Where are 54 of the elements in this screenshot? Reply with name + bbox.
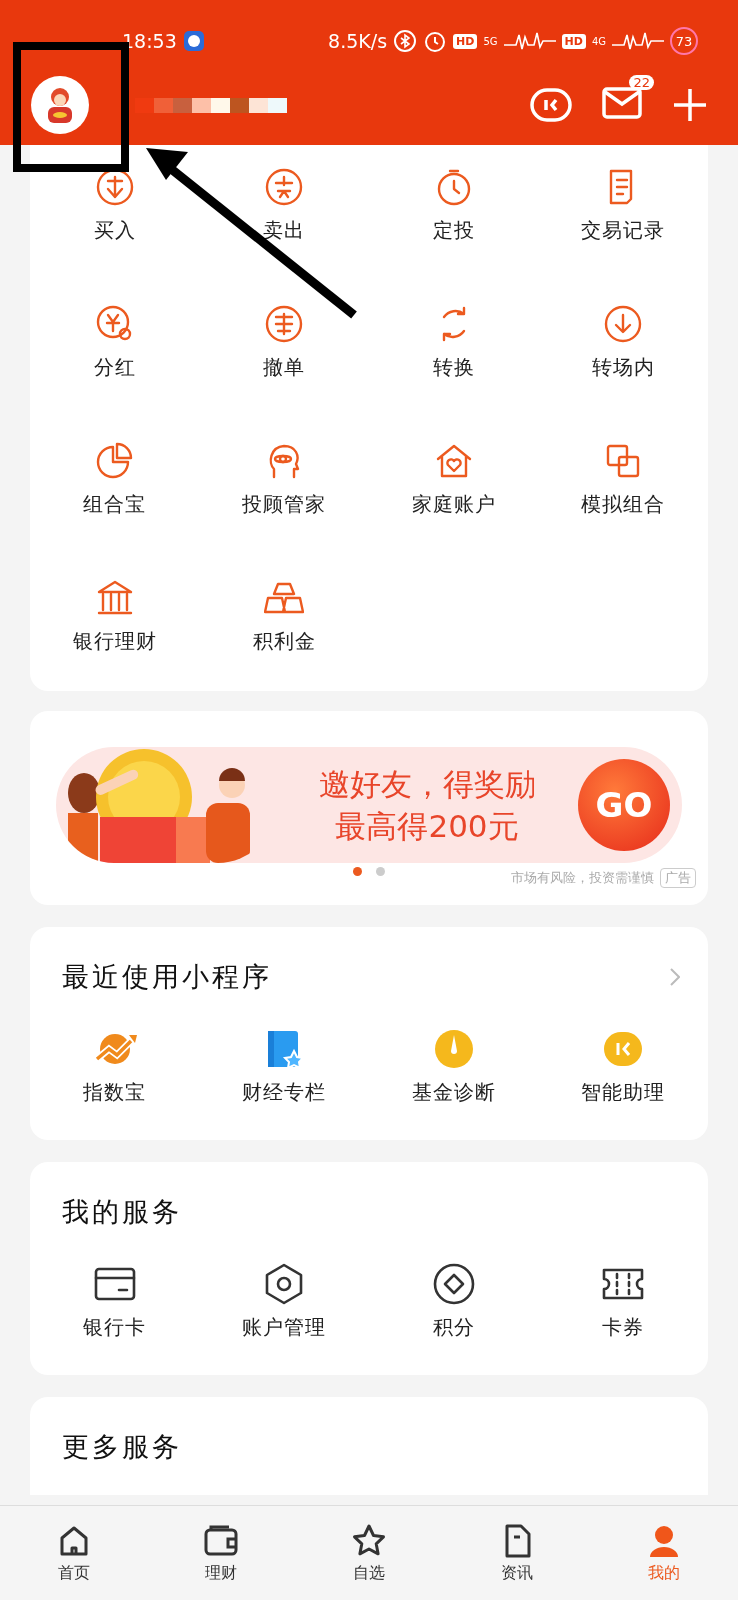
action-label[interactable]: 积利金 [252, 628, 316, 655]
pie-chart-icon [94, 441, 135, 481]
promo-subline: 最高得200元 [335, 807, 519, 846]
alarm-icon [423, 29, 448, 53]
action-label[interactable]: 转场内 [591, 354, 655, 381]
action-label[interactable]: 交易记录 [581, 217, 666, 244]
mini-program-label[interactable]: 基金诊断 [411, 1079, 496, 1106]
nav-tab[interactable]: 理财 [147, 1506, 296, 1600]
section-title: 我的服务 [62, 1195, 183, 1229]
hd-badge: HD [453, 33, 478, 49]
action-label[interactable]: 投顾管家 [242, 491, 327, 518]
service-label[interactable]: 账户管理 [242, 1314, 327, 1341]
network-type: 4G [591, 35, 606, 47]
circle-icon [264, 167, 305, 207]
action-label[interactable]: 模拟组合 [581, 491, 666, 518]
hd-badge: HD [561, 33, 586, 49]
promo-headline: 邀好友，得奖励 [318, 765, 536, 804]
mini-program-label[interactable]: 指数宝 [83, 1079, 147, 1106]
nav-tab[interactable]: 自选 [295, 1506, 443, 1600]
nav-tab[interactable]: 资讯 [442, 1506, 591, 1600]
download-icon [603, 304, 644, 344]
message-count-badge: 22 [629, 75, 654, 90]
signal-icon [612, 31, 664, 51]
nav-tab[interactable]: 首页 [0, 1506, 148, 1600]
service-label[interactable]: 卡券 [602, 1314, 645, 1341]
chat-face-icon[interactable] [530, 88, 572, 122]
service-label[interactable]: 银行卡 [83, 1314, 147, 1341]
avatar[interactable] [31, 76, 89, 134]
mail-icon[interactable] [602, 87, 642, 119]
bluetooth-icon [393, 29, 418, 53]
section-title: 最近使用小程序 [62, 960, 273, 994]
action-label[interactable]: 家庭账户 [411, 491, 496, 518]
action-label[interactable]: 转换 [432, 354, 475, 381]
robot-icon [182, 30, 205, 52]
mini-program-label[interactable]: 财经专栏 [242, 1079, 327, 1106]
mini-program-label[interactable]: 智能助理 [581, 1079, 666, 1106]
circle-icon [264, 304, 305, 344]
action-label[interactable]: 撤单 [263, 354, 306, 381]
signal-icon [503, 31, 556, 51]
network-speed: 8.5K/s [328, 30, 388, 52]
section-title: 更多服务 [62, 1430, 183, 1464]
action-label[interactable]: 卖出 [263, 217, 306, 244]
battery-level: 73 [670, 27, 698, 55]
action-label[interactable]: 组合宝 [83, 491, 147, 518]
ad-tag: 广告 [660, 868, 696, 888]
add-icon[interactable] [672, 87, 708, 123]
action-label[interactable]: 买入 [93, 217, 136, 244]
diamond-circle-icon [431, 1262, 476, 1306]
risk-disclaimer: 市场有风险，投资需谨慎 [511, 869, 654, 887]
network-type: 5G [483, 35, 498, 47]
service-label[interactable]: 积分 [432, 1314, 475, 1341]
action-label[interactable]: 银行理财 [72, 628, 157, 655]
action-label[interactable]: 定投 [432, 217, 475, 244]
action-label[interactable]: 分红 [93, 354, 136, 381]
